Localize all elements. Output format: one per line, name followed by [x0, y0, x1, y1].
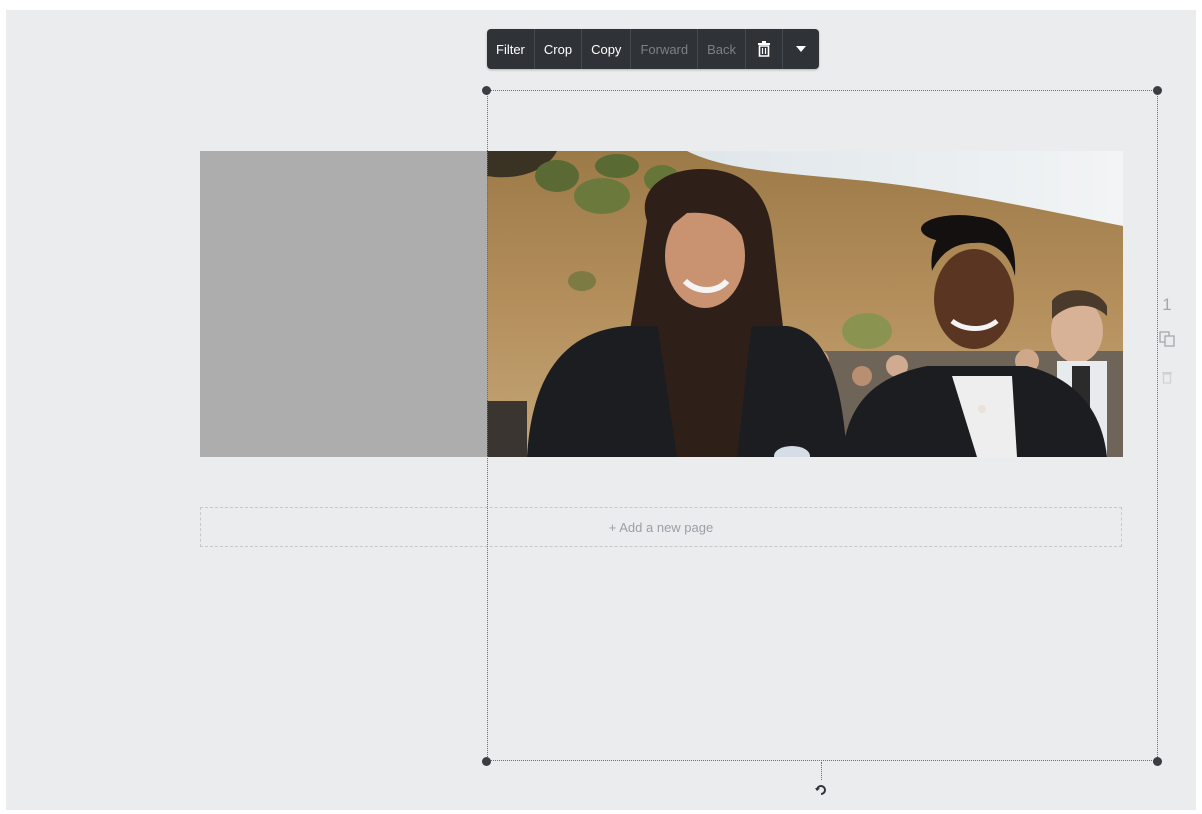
graduation-photo[interactable] — [487, 151, 1123, 457]
copy-page-icon — [1159, 331, 1175, 347]
graduation-photo-image — [487, 151, 1123, 457]
image-toolbar: Filter Crop Copy Forward Back — [487, 29, 820, 69]
page-number: 1 — [1162, 295, 1172, 314]
page-background-area — [200, 151, 487, 457]
duplicate-page-button[interactable] — [1158, 320, 1176, 358]
rotate-icon — [815, 785, 826, 795]
delete-page-icon — [1162, 372, 1172, 384]
back-button[interactable]: Back — [698, 29, 747, 69]
trash-icon — [758, 41, 771, 57]
page-side-tools: 1 — [1152, 290, 1182, 396]
resize-handle-bottom-right[interactable] — [1153, 757, 1162, 766]
rotate-connector — [821, 762, 822, 780]
more-options-button[interactable] — [783, 29, 819, 69]
rotate-handle[interactable] — [812, 781, 830, 799]
forward-button[interactable]: Forward — [631, 29, 699, 69]
delete-page-button[interactable] — [1160, 358, 1174, 396]
copy-button[interactable]: Copy — [582, 29, 632, 69]
resize-handle-top-left[interactable] — [482, 86, 491, 95]
resize-handle-bottom-left[interactable] — [482, 757, 491, 766]
filter-button[interactable]: Filter — [487, 29, 535, 69]
resize-handle-top-right[interactable] — [1153, 86, 1162, 95]
add-page-button[interactable]: + Add a new page — [200, 507, 1122, 547]
caret-down-icon — [796, 46, 807, 52]
crop-button[interactable]: Crop — [535, 29, 583, 69]
delete-button[interactable] — [746, 29, 784, 69]
